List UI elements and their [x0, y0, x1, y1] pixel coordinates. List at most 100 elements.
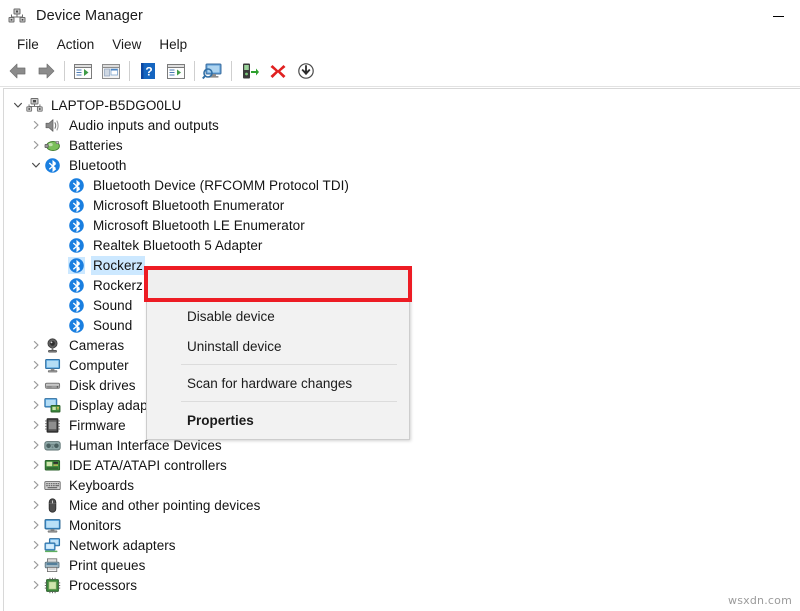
tree-node[interactable]: Print queues: [4, 555, 800, 575]
chevron-right-icon[interactable]: [28, 397, 44, 413]
hid-icon: [44, 437, 61, 454]
tree-node[interactable]: Audio inputs and outputs: [4, 115, 800, 135]
details-pane-button[interactable]: [162, 58, 190, 84]
twisty-spacer: [52, 297, 68, 313]
chevron-right-icon[interactable]: [28, 577, 44, 593]
toolbar: ?: [0, 56, 800, 86]
ctx-properties[interactable]: Properties: [147, 405, 409, 435]
tree-node[interactable]: IDE ATA/ATAPI controllers: [4, 455, 800, 475]
tree-node-label: Sound: [91, 316, 134, 335]
ctx-disable-device[interactable]: Disable device: [147, 301, 409, 331]
uninstall-device-button[interactable]: [264, 58, 292, 84]
ctx-uninstall-device[interactable]: Uninstall device: [147, 331, 409, 361]
camera-icon: [44, 337, 61, 354]
chevron-right-icon[interactable]: [28, 557, 44, 573]
monitor-icon: [44, 517, 61, 534]
twisty-spacer: [52, 177, 68, 193]
bluetooth-icon: [68, 197, 85, 214]
bluetooth-icon: [68, 277, 85, 294]
tree-node[interactable]: Microsoft Bluetooth Enumerator: [4, 195, 800, 215]
bluetooth-icon: [68, 177, 85, 194]
menu-file[interactable]: File: [8, 35, 48, 54]
chevron-right-icon[interactable]: [28, 117, 44, 133]
twisty-spacer: [52, 317, 68, 333]
tree-node-label: Network adapters: [67, 536, 178, 555]
tree-node[interactable]: Processors: [4, 575, 800, 595]
chevron-right-icon[interactable]: [28, 377, 44, 393]
bluetooth-icon: [68, 297, 85, 314]
back-button[interactable]: [4, 58, 32, 84]
window-title: Device Manager: [36, 8, 143, 24]
tree-node[interactable]: Network adapters: [4, 535, 800, 555]
device-manager-icon: [8, 7, 26, 25]
toolbar-separator: [194, 61, 195, 81]
tree-node[interactable]: Mice and other pointing devices: [4, 495, 800, 515]
computer-icon: [26, 97, 43, 114]
bluetooth-icon: [44, 157, 61, 174]
bluetooth-icon: [68, 317, 85, 334]
ide-controller-icon: [44, 457, 61, 474]
chevron-right-icon[interactable]: [28, 477, 44, 493]
toolbar-separator: [129, 61, 130, 81]
tree-node-label: Rockerz: [91, 276, 145, 295]
update-driver-button[interactable]: [236, 58, 264, 84]
firmware-chip-icon: [44, 417, 61, 434]
disk-drive-icon: [44, 377, 61, 394]
chevron-right-icon[interactable]: [28, 517, 44, 533]
tree-node[interactable]: Bluetooth Device (RFCOMM Protocol TDI): [4, 175, 800, 195]
chevron-right-icon[interactable]: [28, 337, 44, 353]
menu-help[interactable]: Help: [150, 35, 196, 54]
tree-node-label: Computer: [67, 356, 131, 375]
svg-text:?: ?: [145, 65, 152, 79]
toolbar-separator: [64, 61, 65, 81]
tree-node-label: Cameras: [67, 336, 126, 355]
chevron-right-icon[interactable]: [28, 497, 44, 513]
twisty-spacer: [52, 277, 68, 293]
chevron-right-icon[interactable]: [28, 357, 44, 373]
chevron-right-icon[interactable]: [28, 457, 44, 473]
keyboard-icon: [44, 477, 61, 494]
toolbar-separator: [231, 61, 232, 81]
tree-node[interactable]: Keyboards: [4, 475, 800, 495]
chevron-right-icon[interactable]: [28, 137, 44, 153]
chevron-right-icon[interactable]: [28, 537, 44, 553]
tree-node-label: Audio inputs and outputs: [67, 116, 221, 135]
disable-device-button[interactable]: [292, 58, 320, 84]
help-button[interactable]: ?: [134, 58, 162, 84]
tree-node[interactable]: Realtek Bluetooth 5 Adapter: [4, 235, 800, 255]
console-tree-button[interactable]: [69, 58, 97, 84]
twisty-spacer: [52, 237, 68, 253]
chevron-right-icon[interactable]: [28, 437, 44, 453]
tree-node[interactable]: Batteries: [4, 135, 800, 155]
tree-node-label: Microsoft Bluetooth LE Enumerator: [91, 216, 307, 235]
menu-action[interactable]: Action: [48, 35, 104, 54]
ctx-scan-hardware-changes[interactable]: Scan for hardware changes: [147, 368, 409, 398]
menu-view[interactable]: View: [103, 35, 150, 54]
tree-node-label: Firmware: [67, 416, 128, 435]
tree-node-label: Realtek Bluetooth 5 Adapter: [91, 236, 264, 255]
properties-window-button[interactable]: [97, 58, 125, 84]
watermark: wsxdn.com: [728, 594, 792, 607]
toolbar-divider: [0, 86, 800, 87]
tree-top-border: [3, 88, 800, 89]
tree-node[interactable]: Bluetooth: [4, 155, 800, 175]
tree-node[interactable]: Microsoft Bluetooth LE Enumerator: [4, 215, 800, 235]
computer-monitor-icon: [44, 357, 61, 374]
scan-hardware-changes-button[interactable]: [199, 58, 227, 84]
context-menu-separator: [181, 401, 397, 402]
tree-node-label: Bluetooth Device (RFCOMM Protocol TDI): [91, 176, 351, 195]
chevron-down-icon[interactable]: [28, 157, 44, 173]
update-driver-highlight-fill: [148, 270, 408, 298]
tree-node-label: Monitors: [67, 516, 123, 535]
tree-node-label: Rockerz: [91, 256, 145, 275]
title-bar: Device Manager: [0, 0, 800, 32]
printer-icon: [44, 557, 61, 574]
display-adapter-icon: [44, 397, 61, 414]
tree-node[interactable]: Monitors: [4, 515, 800, 535]
chevron-down-icon[interactable]: [10, 97, 26, 113]
chevron-right-icon[interactable]: [28, 417, 44, 433]
minimize-button[interactable]: [756, 0, 800, 32]
twisty-spacer: [52, 197, 68, 213]
forward-button[interactable]: [32, 58, 60, 84]
tree-node[interactable]: LAPTOP-B5DGO0LU: [4, 95, 800, 115]
